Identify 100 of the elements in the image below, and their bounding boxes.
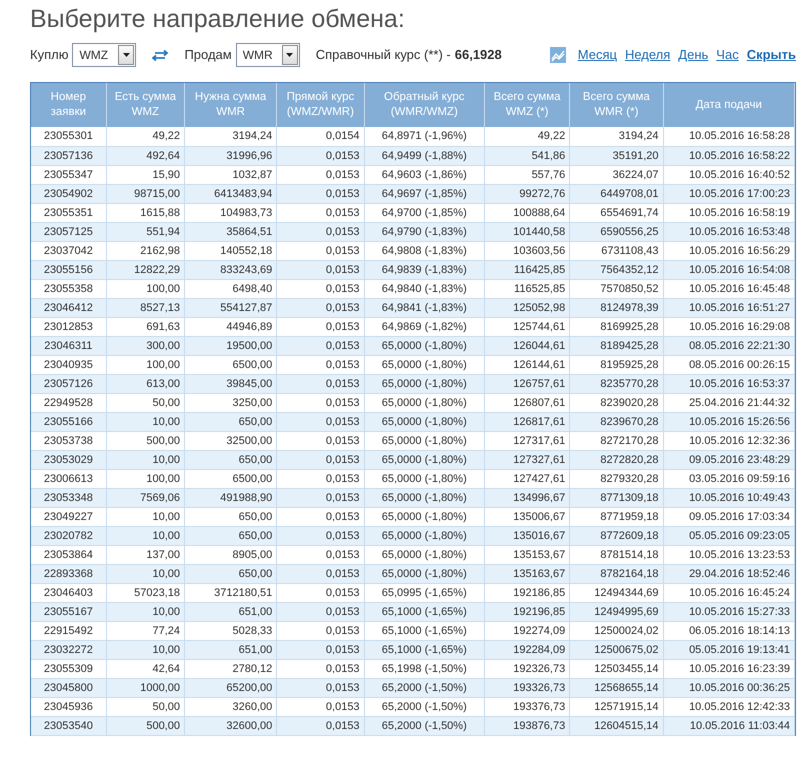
table-cell: 125744,61	[484, 317, 570, 336]
table-cell: 10.05.2016 11:03:44	[663, 716, 794, 735]
table-cell: 12494344,69	[570, 583, 664, 602]
table-cell: 12494995,69	[570, 602, 664, 621]
table-cell: 116425,85	[484, 260, 570, 279]
period-link[interactable]: Месяц	[578, 45, 617, 65]
period-link[interactable]: День	[678, 45, 708, 65]
table-cell: 65,0000 (-1,80%)	[364, 431, 484, 450]
table-cell: 10,00	[106, 412, 184, 431]
period-link[interactable]: Час	[716, 45, 739, 65]
hide-link[interactable]: Скрыть	[746, 45, 796, 65]
table-cell: 22893368	[31, 564, 106, 583]
table-cell: 25.04.2016 21:44:32	[663, 393, 794, 412]
chart-icon[interactable]	[550, 47, 566, 63]
table-cell: 42,64	[106, 659, 184, 678]
table-cell: 8771959,18	[570, 507, 664, 526]
table-cell: 126757,61	[484, 374, 570, 393]
column-header[interactable]: Номер заявки	[31, 83, 106, 127]
table-cell: 127317,61	[484, 431, 570, 450]
table-cell: 551,94	[106, 222, 184, 241]
currency-select[interactable]: WMR	[236, 43, 300, 67]
table-cell: 8124978,39	[570, 298, 664, 317]
table-cell: 44946,89	[184, 317, 277, 336]
table-cell: 135153,67	[484, 545, 570, 564]
swap-icon[interactable]	[152, 50, 168, 60]
table-cell: 192274,09	[484, 621, 570, 640]
table-cell: 650,00	[184, 564, 277, 583]
table-cell: 65,1998 (-1,50%)	[364, 659, 484, 678]
table-cell: 05.05.2016 19:13:41	[663, 640, 794, 659]
table-cell: 0,0153	[276, 659, 364, 678]
table-cell: 0,0153	[276, 583, 364, 602]
table-cell: 57023,18	[106, 583, 184, 602]
table-cell: 100,00	[106, 469, 184, 488]
table-cell: 101440,58	[484, 222, 570, 241]
period-link[interactable]: Неделя	[624, 45, 670, 65]
table-cell: 0,0153	[276, 260, 364, 279]
table-cell: 5028,33	[184, 621, 277, 640]
table-cell: 23055166	[31, 412, 106, 431]
table-cell: 0,0153	[276, 697, 364, 716]
table-cell: 650,00	[184, 507, 277, 526]
table-cell: 65,0000 (-1,80%)	[364, 336, 484, 355]
table-cell: 192326,73	[484, 659, 570, 678]
table-cell: 64,9499 (-1,88%)	[364, 146, 484, 165]
table-cell: 49,22	[106, 127, 184, 146]
table-cell: 23046403	[31, 583, 106, 602]
table-cell: 3260,00	[184, 697, 277, 716]
table-cell: 23045936	[31, 697, 106, 716]
table-cell: 10.05.2016 16:40:52	[663, 165, 794, 184]
table-cell: 8189425,28	[570, 336, 664, 355]
table-cell: 23045800	[31, 678, 106, 697]
table-cell: 0,0153	[276, 336, 364, 355]
table-cell: 03.05.2016 09:59:16	[663, 469, 794, 488]
table-cell: 3194,24	[570, 127, 664, 146]
table-cell: 7569,06	[106, 488, 184, 507]
column-header[interactable]: Нужна сумма WMR	[184, 83, 277, 127]
table-cell: 64,9841 (-1,83%)	[364, 298, 484, 317]
table-cell: 8781514,18	[570, 545, 664, 564]
table-cell: 135006,67	[484, 507, 570, 526]
caret-icon	[286, 53, 294, 57]
currency-select[interactable]: WMZ	[72, 43, 136, 67]
table-cell: 134996,67	[484, 488, 570, 507]
table-cell: 23055167	[31, 602, 106, 621]
table-cell: 12503455,14	[570, 659, 664, 678]
table-cell: 64,9700 (-1,85%)	[364, 203, 484, 222]
table-cell: 0,0153	[276, 184, 364, 203]
column-header[interactable]: Прямой курс (WMZ/WMR)	[276, 83, 364, 127]
table-cell: 64,9839 (-1,83%)	[364, 260, 484, 279]
table-cell: 192284,09	[484, 640, 570, 659]
table-cell: 8235770,28	[570, 374, 664, 393]
table-cell: 65,0995 (-1,65%)	[364, 583, 484, 602]
table-cell: 0,0153	[276, 602, 364, 621]
table-cell: 10,00	[106, 602, 184, 621]
table-cell: 140552,18	[184, 241, 277, 260]
table-cell: 65,0000 (-1,80%)	[364, 393, 484, 412]
table-cell: 650,00	[184, 450, 277, 469]
table-cell: 64,9603 (-1,86%)	[364, 165, 484, 184]
table-cell: 23053864	[31, 545, 106, 564]
table-cell: 0,0153	[276, 678, 364, 697]
column-header[interactable]: Всего сумма WMR (*)	[570, 83, 664, 127]
table-cell: 10,00	[106, 564, 184, 583]
table-cell: 0,0153	[276, 203, 364, 222]
table-cell: 613,00	[106, 374, 184, 393]
table-cell: 65,0000 (-1,80%)	[364, 564, 484, 583]
table-cell: 1032,87	[184, 165, 277, 184]
table-cell: 12500024,02	[570, 621, 664, 640]
table-cell: 0,0153	[276, 355, 364, 374]
column-header[interactable]: Обратный курс (WMR/WMZ)	[364, 83, 484, 127]
table-cell: 32500,00	[184, 431, 277, 450]
table-cell: 0,0153	[276, 374, 364, 393]
column-header[interactable]: Есть сумма WMZ	[106, 83, 184, 127]
table-cell: 691,63	[106, 317, 184, 336]
table-cell: 77,24	[106, 621, 184, 640]
table-cell: 8239020,28	[570, 393, 664, 412]
table-cell: 64,8971 (-1,96%)	[364, 127, 484, 146]
table-cell: 12500675,02	[570, 640, 664, 659]
column-header[interactable]: Дата подачи	[663, 83, 794, 127]
table-cell: 65,1000 (-1,65%)	[364, 602, 484, 621]
table-cell: 23057126	[31, 374, 106, 393]
column-header[interactable]: Всего сумма WMZ (*)	[484, 83, 570, 127]
table-cell: 50,00	[106, 393, 184, 412]
